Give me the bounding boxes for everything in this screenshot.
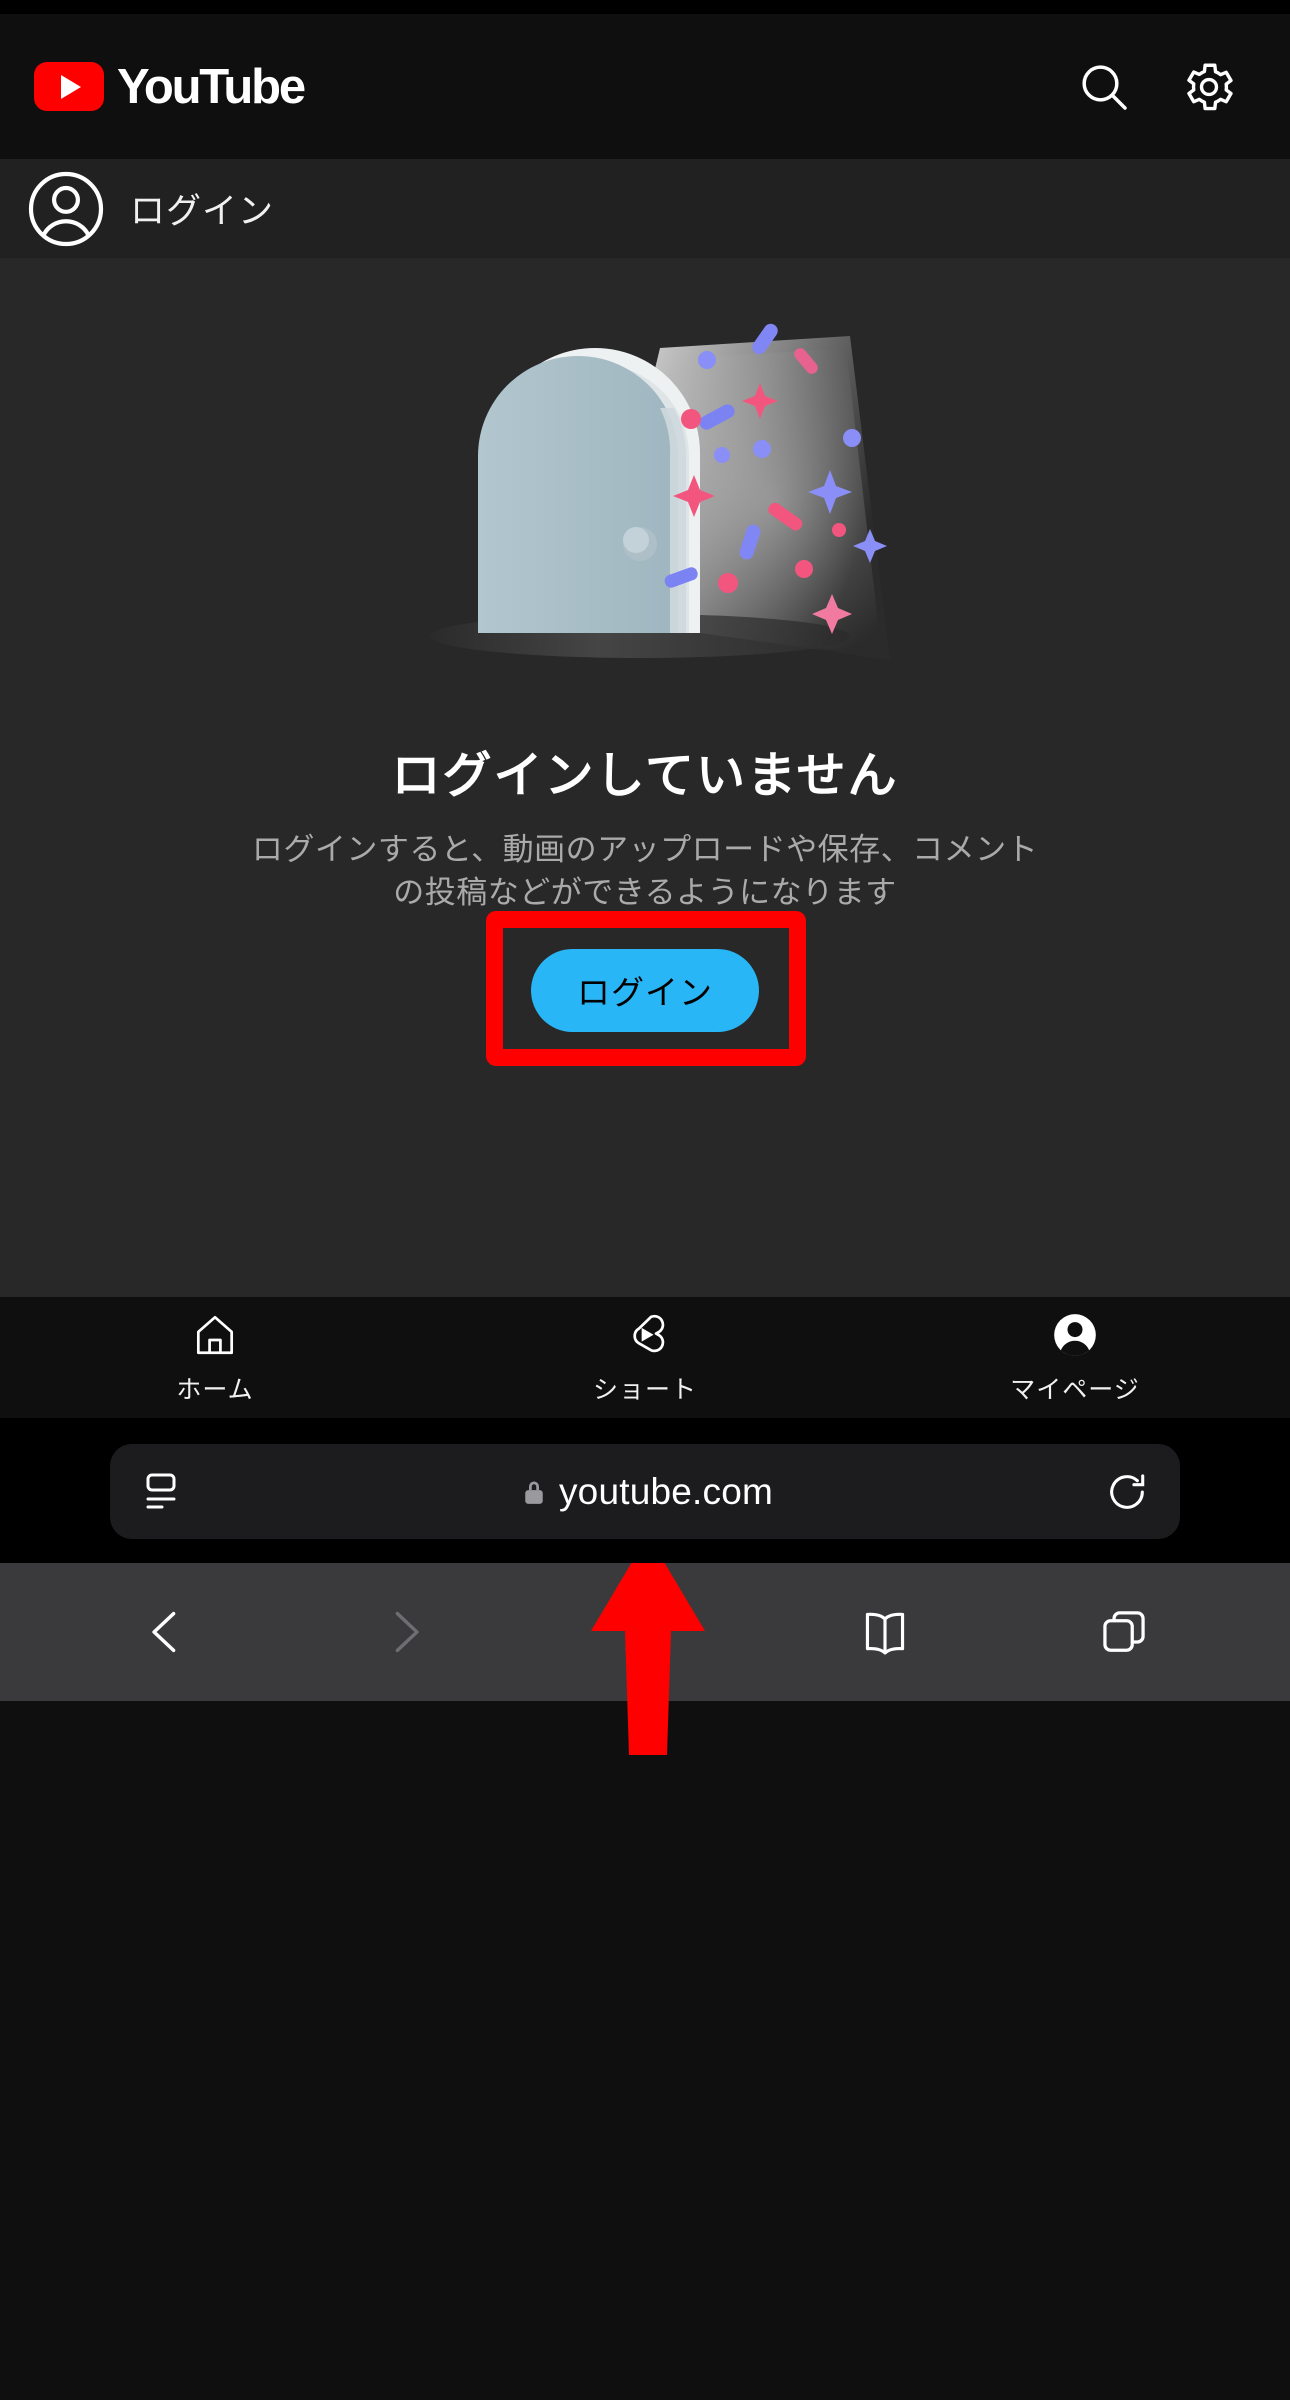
tab-home[interactable]: ホーム [0, 1310, 430, 1406]
tab-shorts-label: ショート [592, 1375, 697, 1404]
lock-icon [519, 1477, 549, 1507]
account-filled-icon [1050, 1310, 1100, 1360]
bottom-tab-bar: ホーム ショート マイページ [0, 1296, 1290, 1418]
back-button[interactable] [46, 1606, 286, 1658]
page-title: ログインしていません [391, 749, 899, 803]
shorts-icon [620, 1310, 670, 1360]
browser-url-zone: youtube.com [0, 1418, 1290, 1563]
account-row-label: ログイン [130, 192, 275, 231]
reload-icon[interactable] [1104, 1469, 1150, 1515]
youtube-header: YouTube [0, 14, 1290, 159]
signed-out-panel: ログインしていません ログインすると、動画のアップロードや保存、コメントの投稿な… [0, 258, 1290, 1296]
account-row[interactable]: ログイン [0, 159, 1290, 258]
home-icon [190, 1310, 240, 1360]
tabs-button[interactable] [1004, 1606, 1244, 1658]
forward-button[interactable] [286, 1606, 526, 1658]
login-button[interactable]: ログイン [531, 948, 759, 1032]
tab-home-label: ホーム [176, 1375, 254, 1404]
open-door-confetti-illustration [330, 288, 960, 718]
bookmarks-button[interactable] [765, 1605, 1005, 1659]
gear-icon[interactable] [1180, 58, 1238, 116]
address-bar[interactable]: youtube.com [110, 1444, 1180, 1539]
tab-shorts[interactable]: ショート [430, 1310, 860, 1406]
page-settings-icon[interactable] [140, 1468, 188, 1516]
status-bar [0, 0, 1290, 14]
phone-screen: YouTube ログイン ログインしていません ログインすると、動画のアップロー… [0, 0, 1290, 2400]
red-up-arrow [583, 1535, 713, 1755]
youtube-logo[interactable]: YouTube [34, 59, 306, 115]
youtube-play-icon [34, 62, 104, 111]
page-description: ログインすると、動画のアップロードや保存、コメントの投稿などができるようになりま… [251, 832, 1039, 910]
tab-mypage-label: マイページ [1010, 1375, 1140, 1404]
search-icon[interactable] [1076, 59, 1132, 115]
tab-mypage[interactable]: マイページ [860, 1310, 1290, 1406]
url-text: youtube.com [558, 1470, 774, 1512]
account-circle-icon [24, 167, 108, 251]
youtube-wordmark: YouTube [117, 59, 306, 114]
